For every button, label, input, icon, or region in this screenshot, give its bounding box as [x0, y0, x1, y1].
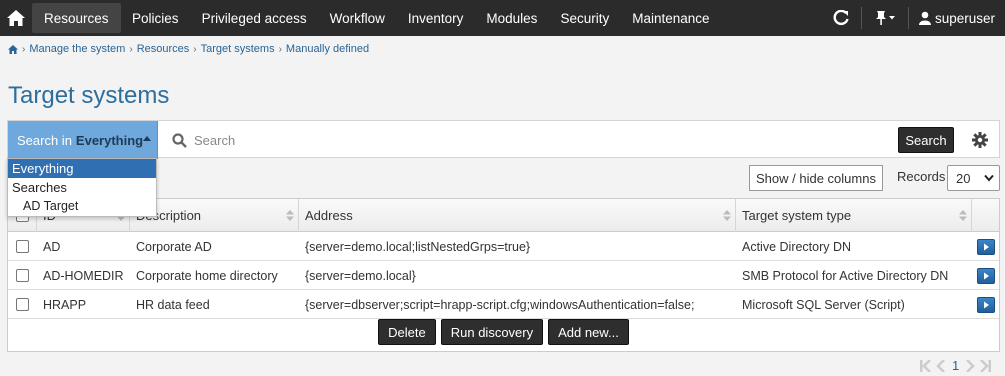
breadcrumb-resources[interactable]: Resources: [137, 43, 190, 55]
refresh-icon[interactable]: [825, 10, 857, 26]
first-page-icon[interactable]: [920, 359, 934, 372]
cell-address: {server=dbserver;script=hrapp-script.cfg…: [305, 297, 695, 312]
cell-type: SMB Protocol for Active Directory DN: [742, 268, 949, 283]
page-title: Target systems: [8, 82, 170, 109]
header-target-system-type[interactable]: Target system type: [736, 199, 972, 232]
nav-inventory[interactable]: Inventory: [396, 0, 475, 36]
chevron-down-icon: [984, 174, 994, 182]
table-actions: Delete Run discovery Add new...: [8, 319, 999, 345]
search-scope-dropdown: Everything Searches AD Target: [7, 158, 157, 217]
records-label: Records: [897, 169, 946, 184]
chevron-right-icon: [983, 301, 989, 308]
cell-type: Active Directory DN: [742, 239, 852, 254]
row-checkbox[interactable]: [16, 269, 29, 282]
table-row[interactable]: AD Corporate AD {server=demo.local;listN…: [8, 232, 999, 261]
table-row[interactable]: AD-HOMEDIR Corporate home directory {ser…: [8, 261, 999, 290]
open-row-button[interactable]: [977, 296, 995, 313]
search-scope-selector[interactable]: Search in Everything: [8, 121, 158, 159]
delete-button[interactable]: Delete: [378, 319, 436, 345]
target-systems-table: ID Description Address Target system typ…: [7, 198, 1000, 352]
user-icon: [918, 11, 931, 25]
header-type-label: Target system type: [742, 208, 852, 223]
gear-icon[interactable]: [972, 132, 988, 148]
row-checkbox[interactable]: [16, 298, 29, 311]
records-select[interactable]: 20: [947, 165, 1000, 191]
search-input[interactable]: [194, 129, 884, 151]
scope-label: Search in: [17, 132, 72, 148]
run-discovery-button[interactable]: Run discovery: [440, 319, 544, 345]
top-nav: Resources Policies Privileged access Wor…: [0, 0, 1005, 36]
open-row-button[interactable]: [977, 238, 995, 255]
chevron-right-icon: [983, 243, 989, 250]
search-bar: Search in Everything Search: [7, 120, 1000, 159]
records-value: 20: [956, 170, 971, 186]
cell-type: Microsoft SQL Server (Script): [742, 297, 905, 312]
next-page-icon[interactable]: [965, 359, 976, 372]
pagination: 1: [920, 358, 992, 373]
breadcrumb-manually-defined[interactable]: Manually defined: [286, 43, 369, 55]
sort-icon: [286, 210, 294, 221]
header-address[interactable]: Address: [299, 199, 736, 232]
breadcrumb-manage-system[interactable]: Manage the system: [29, 43, 125, 55]
current-page[interactable]: 1: [952, 358, 959, 373]
dropdown-option-ad-target[interactable]: AD Target: [8, 197, 156, 216]
cell-id: AD-HOMEDIR: [43, 268, 124, 283]
nav-policies[interactable]: Policies: [121, 0, 191, 36]
search-icon: [172, 133, 187, 148]
search-button[interactable]: Search: [898, 127, 954, 153]
show-hide-columns-button[interactable]: Show / hide columns: [749, 165, 883, 191]
chevron-right-icon: [983, 272, 989, 279]
table-row[interactable]: HRAPP HR data feed {server=dbserver;scri…: [8, 290, 999, 319]
nav-workflow[interactable]: Workflow: [318, 0, 396, 36]
nav-privileged-access[interactable]: Privileged access: [190, 0, 318, 36]
cell-description: HR data feed: [136, 297, 210, 312]
cell-id: AD: [43, 239, 61, 254]
header-actions: [972, 199, 999, 232]
nav-maintenance[interactable]: Maintenance: [621, 0, 721, 36]
nav-security[interactable]: Security: [549, 0, 621, 36]
dropdown-option-everything[interactable]: Everything: [8, 159, 156, 178]
row-checkbox[interactable]: [16, 240, 29, 253]
sort-icon: [723, 210, 731, 221]
header-address-label: Address: [305, 208, 353, 223]
cell-id: HRAPP: [43, 297, 87, 312]
caret-up-icon: [143, 136, 151, 141]
home-breadcrumb-icon[interactable]: [8, 44, 18, 54]
breadcrumb-target-systems[interactable]: Target systems: [201, 43, 275, 55]
add-new-button[interactable]: Add new...: [548, 319, 629, 345]
nav-resources[interactable]: Resources: [32, 3, 121, 33]
nav-modules[interactable]: Modules: [475, 0, 549, 36]
username: superuser: [934, 10, 995, 26]
scope-value: Everything: [75, 132, 144, 148]
cell-description: Corporate AD: [136, 239, 212, 254]
home-icon[interactable]: [0, 0, 32, 36]
cell-address: {server=demo.local}: [305, 268, 416, 283]
pin-icon[interactable]: [866, 10, 904, 26]
cell-address: {server=demo.local;listNestedGrps=true}: [305, 239, 531, 254]
sort-icon: [959, 210, 967, 221]
previous-page-icon[interactable]: [936, 359, 946, 372]
user-menu[interactable]: superuser: [913, 11, 1005, 26]
last-page-icon[interactable]: [977, 359, 992, 372]
cell-description: Corporate home directory: [136, 268, 278, 283]
dropdown-group-searches: Searches: [12, 180, 67, 195]
breadcrumb: › Manage the system › Resources › Target…: [8, 43, 369, 55]
open-row-button[interactable]: [977, 267, 995, 284]
